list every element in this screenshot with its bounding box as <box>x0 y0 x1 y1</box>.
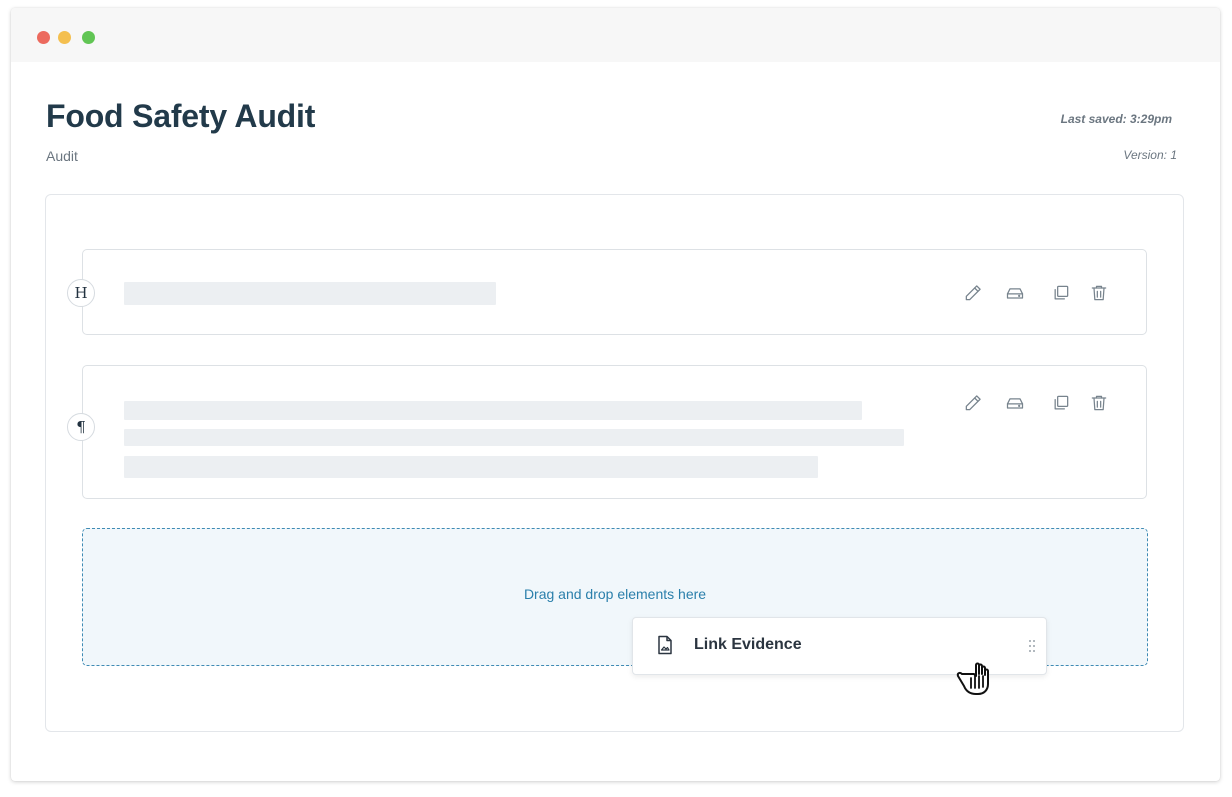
page-subtitle: Audit <box>46 148 78 164</box>
edit-button[interactable] <box>960 280 986 306</box>
maximize-window-button[interactable] <box>82 31 95 44</box>
duplicate-icon <box>1054 395 1069 410</box>
grab-hand-cursor-icon <box>953 656 993 698</box>
paragraph-block[interactable]: ¶ <box>67 365 1147 499</box>
pencil-icon <box>965 395 981 411</box>
heading-block-actions <box>960 280 1112 306</box>
trash-icon <box>1091 285 1107 301</box>
last-saved-status: Last saved: 3:29pm <box>1060 112 1172 126</box>
file-image-icon <box>656 635 674 655</box>
archive-button[interactable] <box>1002 280 1028 306</box>
archive-button[interactable] <box>1002 390 1028 416</box>
duplicate-button[interactable] <box>1048 390 1074 416</box>
paragraph-block-actions <box>960 390 1112 416</box>
trash-icon <box>1091 395 1107 411</box>
close-window-button[interactable] <box>37 31 50 44</box>
drop-zone-text: Drag and drop elements here <box>523 586 707 602</box>
pencil-icon <box>965 285 981 301</box>
page-title: Food Safety Audit <box>46 98 316 134</box>
delete-button[interactable] <box>1086 390 1112 416</box>
paragraph-placeholder-line <box>124 456 818 478</box>
delete-button[interactable] <box>1086 280 1112 306</box>
drag-handle-icon[interactable] <box>1028 639 1036 653</box>
version-label: Version: 1 <box>1123 148 1177 162</box>
dragging-element-label: Link Evidence <box>694 636 802 653</box>
paragraph-placeholder-line <box>124 429 904 446</box>
archive-icon <box>1006 398 1024 409</box>
heading-type-badge: H <box>67 279 95 307</box>
archive-icon <box>1006 288 1024 299</box>
duplicate-icon <box>1054 285 1069 300</box>
heading-block[interactable]: H <box>67 249 1147 335</box>
paragraph-type-badge: ¶ <box>67 413 95 441</box>
duplicate-button[interactable] <box>1048 280 1074 306</box>
window-titlebar <box>11 8 1220 62</box>
minimize-window-button[interactable] <box>58 31 71 44</box>
paragraph-placeholder-line <box>124 401 862 420</box>
edit-button[interactable] <box>960 390 986 416</box>
heading-placeholder <box>124 282 496 305</box>
